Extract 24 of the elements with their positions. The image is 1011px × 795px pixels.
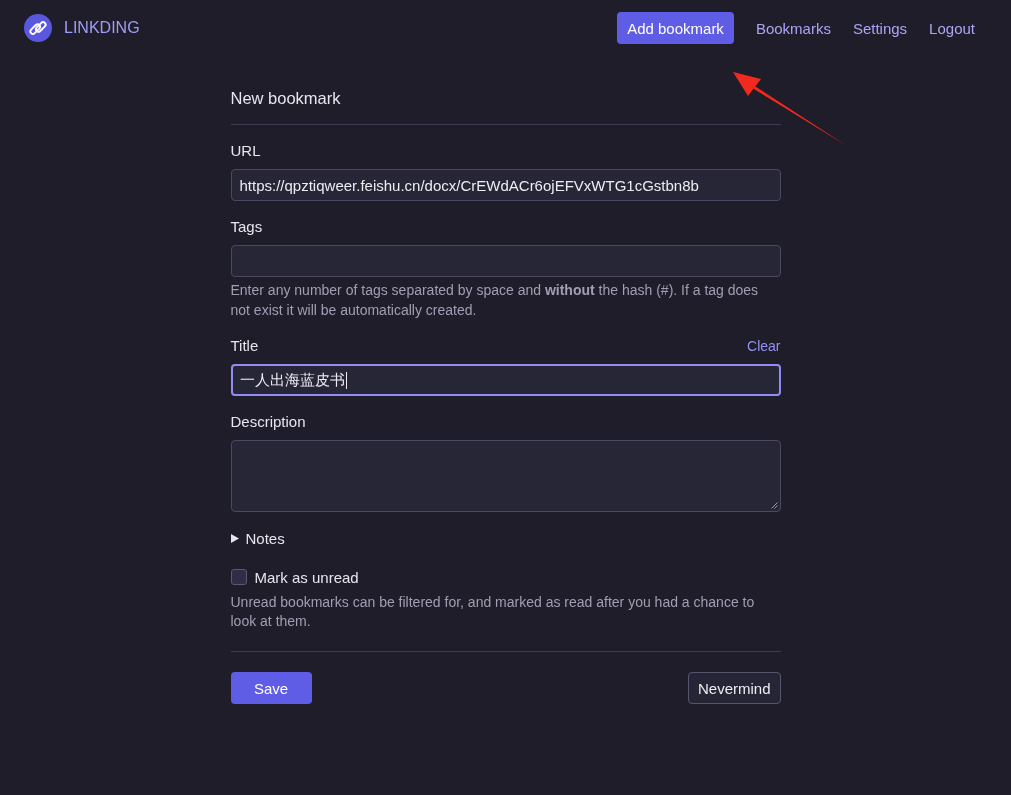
input-field[interactable] — [230, 245, 781, 277]
input-field[interactable]: https://qpztiqweer.feishu.cn/docx/CrEWdACr6ojEFVxWTG1cGstbn8b — [230, 169, 781, 201]
field-label: Tags — [230, 217, 263, 237]
unread-checkbox[interactable] — [230, 569, 247, 585]
help-text: Unread bookmarks can be filtered for, and marked as read after you had a chance to look at them. — [230, 593, 756, 631]
help-text: Enter any number of tags separated by space and without the hash (#). If a tag does not exist it will be automatically created. — [230, 281, 760, 320]
nav-link[interactable]: Bookmarks — [755, 19, 831, 37]
text-cursor-icon — [345, 371, 347, 389]
input-field[interactable]: 一人出海蓝皮书 — [230, 364, 781, 396]
nav-link[interactable]: Settings — [852, 19, 908, 37]
notes-toggle[interactable]: Notes — [230, 527, 285, 549]
field-label: Title — [230, 336, 259, 356]
cancel-button[interactable]: Nevermind — [687, 672, 781, 704]
textarea-field[interactable] — [230, 440, 781, 512]
clear-link[interactable]: Clear — [747, 338, 781, 354]
resize-handle-icon[interactable] — [770, 502, 778, 509]
checkbox-label[interactable]: Mark as unread — [254, 568, 359, 586]
save-button[interactable]: Save — [230, 672, 312, 704]
link-logo-icon[interactable] — [24, 14, 52, 42]
field-label: Description — [230, 412, 306, 432]
add-bookmark-button[interactable]: Add bookmark — [617, 12, 734, 44]
brand-name[interactable]: LINKDING — [64, 19, 140, 37]
field-label: URL — [230, 141, 261, 161]
nav-link[interactable]: Logout — [929, 19, 975, 37]
